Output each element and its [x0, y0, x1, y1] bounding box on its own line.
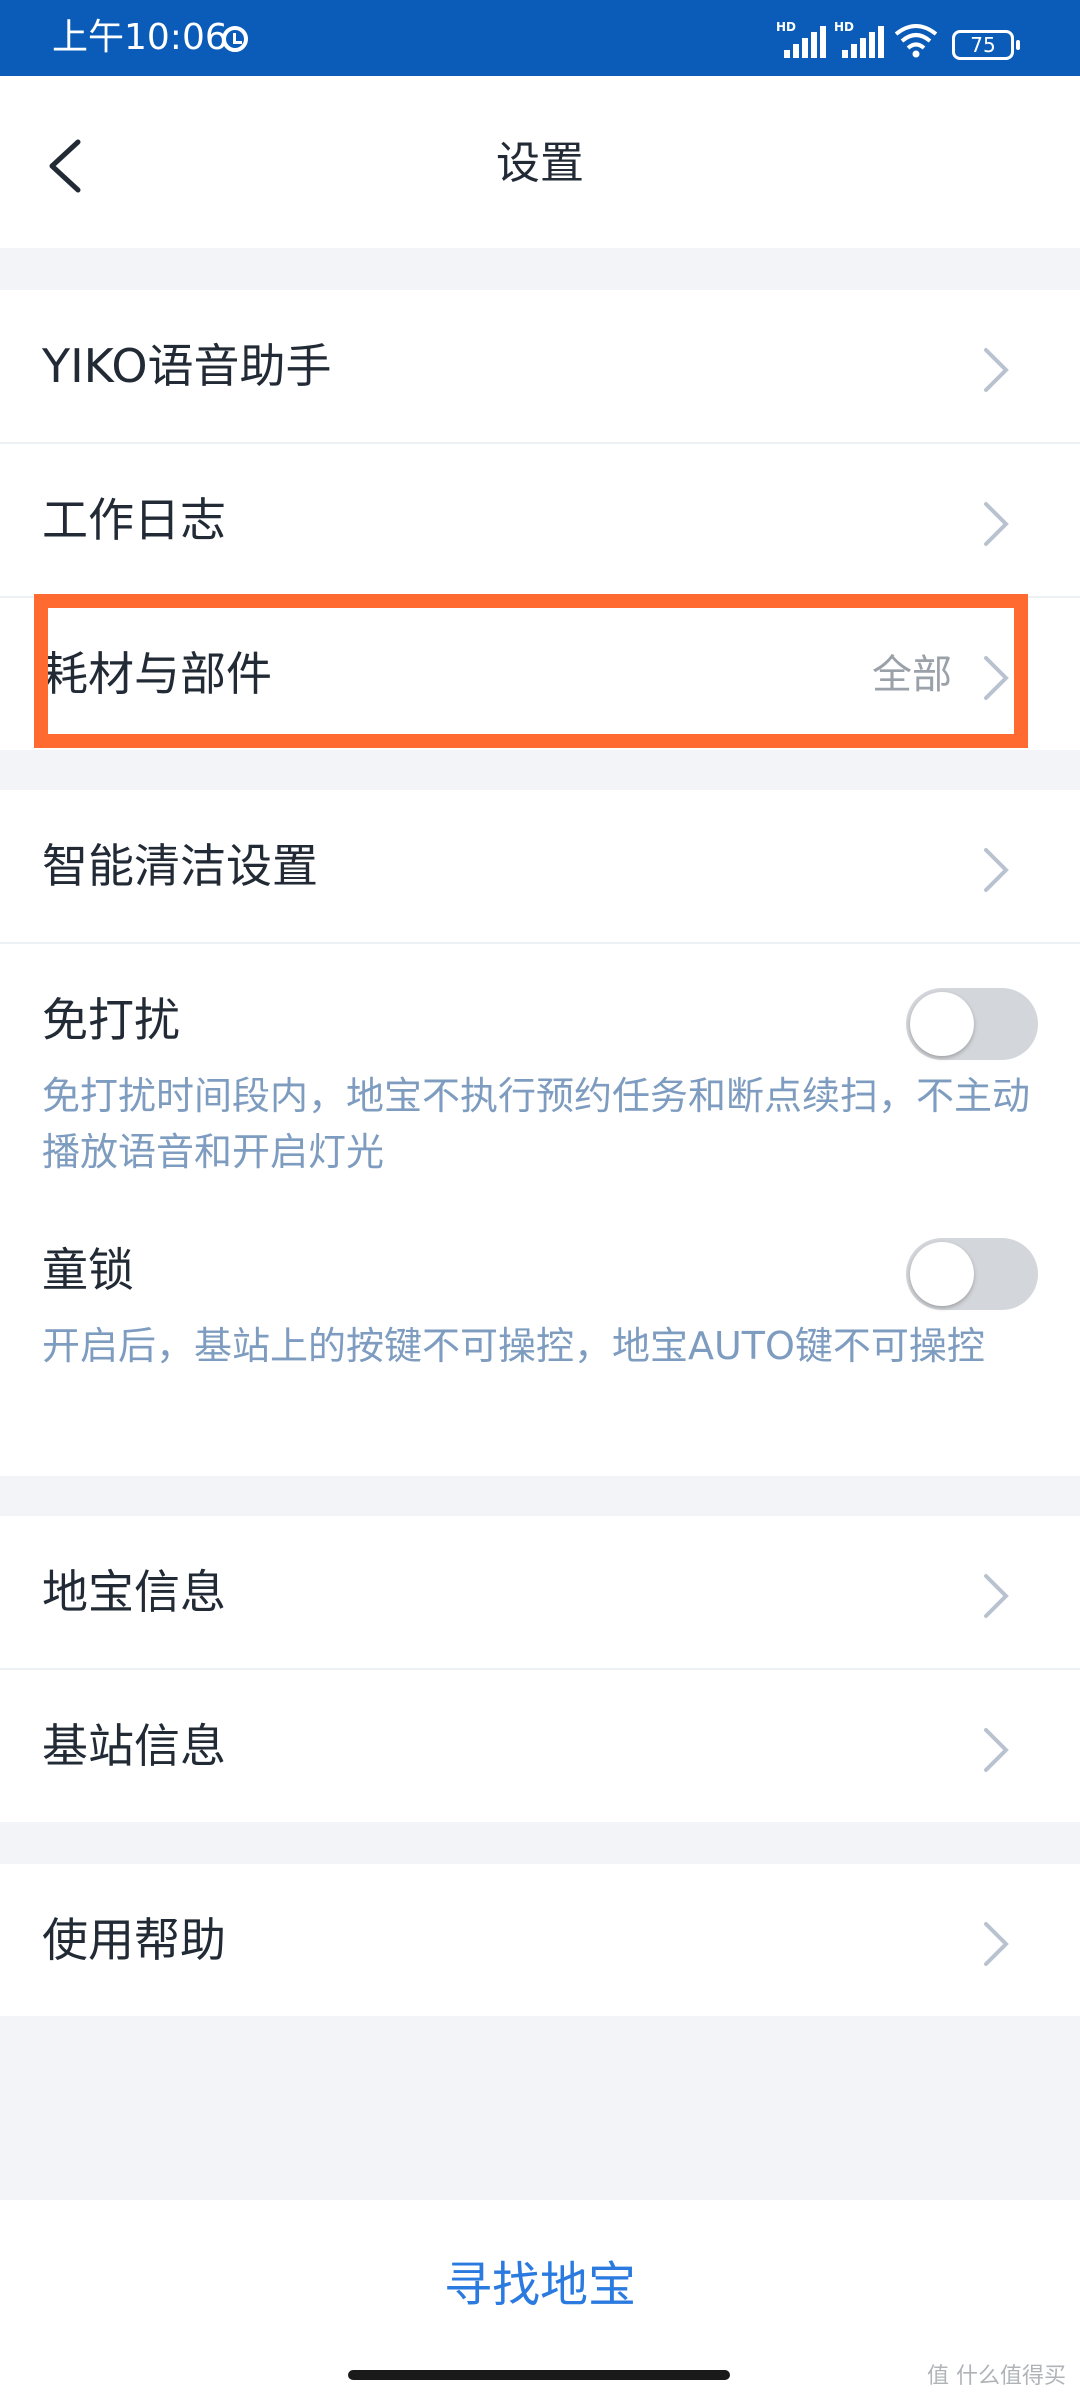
row-smart-clean-settings[interactable]: 智能清洁设置 — [0, 790, 1080, 944]
row-yiko-voice-assistant[interactable]: YIKO语音助手 — [0, 290, 1080, 444]
home-indicator[interactable] — [348, 2370, 730, 2380]
row-label: 智能清洁设置 — [42, 839, 318, 893]
child-lock-toggle[interactable] — [906, 1238, 1038, 1310]
row-label: YIKO语音助手 — [42, 339, 332, 393]
signal-hd-label-2: HD — [834, 20, 855, 34]
signal-hd-label: HD — [776, 20, 797, 34]
row-work-log[interactable]: 工作日志 — [0, 444, 1080, 598]
status-bar: 上午10:06 HD HD 75 — [0, 0, 1080, 76]
row-label: 地宝信息 — [42, 1565, 226, 1619]
dnd-description: 免打扰时间段内，地宝不执行预约任务和断点续扫，不主动播放语音和开启灯光 — [42, 1074, 1031, 1174]
settings-group-1: YIKO语音助手 工作日志 耗材与部件 全部 — [0, 290, 1080, 750]
signal-icon-2: HD — [834, 20, 894, 60]
row-label: 使用帮助 — [42, 1913, 226, 1967]
chevron-right-icon — [984, 656, 1009, 700]
row-label: 耗材与部件 — [42, 647, 272, 701]
row-value: 全部 — [872, 652, 952, 698]
row-label: 工作日志 — [42, 493, 226, 547]
battery-level: 75 — [970, 33, 996, 57]
header: 设置 — [0, 76, 1080, 248]
dnd-label: 免打扰 — [42, 993, 180, 1047]
status-time: 上午10:06 — [52, 17, 228, 58]
battery-icon: 75 — [952, 30, 1020, 60]
child-lock-label: 童锁 — [42, 1243, 134, 1297]
chevron-right-icon — [984, 1728, 1009, 1772]
wifi-icon — [894, 24, 938, 58]
page-title: 设置 — [496, 138, 584, 189]
dnd-toggle[interactable] — [906, 988, 1038, 1060]
settings-group-3: 地宝信息 基站信息 — [0, 1516, 1080, 1822]
watermark: 值 什么值得买 — [927, 2364, 1066, 2389]
signal-icon: HD — [776, 20, 836, 60]
row-label: 基站信息 — [42, 1719, 226, 1773]
alarm-icon — [222, 26, 248, 52]
chevron-right-icon — [984, 348, 1009, 392]
chevron-right-icon — [984, 1574, 1009, 1618]
settings-group-4: 使用帮助 — [0, 1864, 1080, 2016]
child-lock-description: 开启后，基站上的按键不可操控，地宝AUTO键不可操控 — [42, 1324, 985, 1368]
row-base-station-info[interactable]: 基站信息 — [0, 1670, 1080, 1822]
row-help[interactable]: 使用帮助 — [0, 1864, 1080, 2016]
chevron-right-icon — [984, 848, 1009, 892]
bottom-bar: 寻找地宝 值 什么值得买 — [0, 2200, 1080, 2400]
row-robot-info[interactable]: 地宝信息 — [0, 1516, 1080, 1670]
chevron-right-icon — [984, 502, 1009, 546]
chevron-right-icon — [984, 1922, 1009, 1966]
find-robot-button[interactable]: 寻找地宝 — [0, 2250, 1080, 2320]
settings-group-2: 智能清洁设置 免打扰 免打扰时间段内，地宝不执行预约任务和断点续扫，不主动播放语… — [0, 790, 1080, 1476]
row-consumables-parts[interactable]: 耗材与部件 全部 — [0, 598, 1080, 750]
